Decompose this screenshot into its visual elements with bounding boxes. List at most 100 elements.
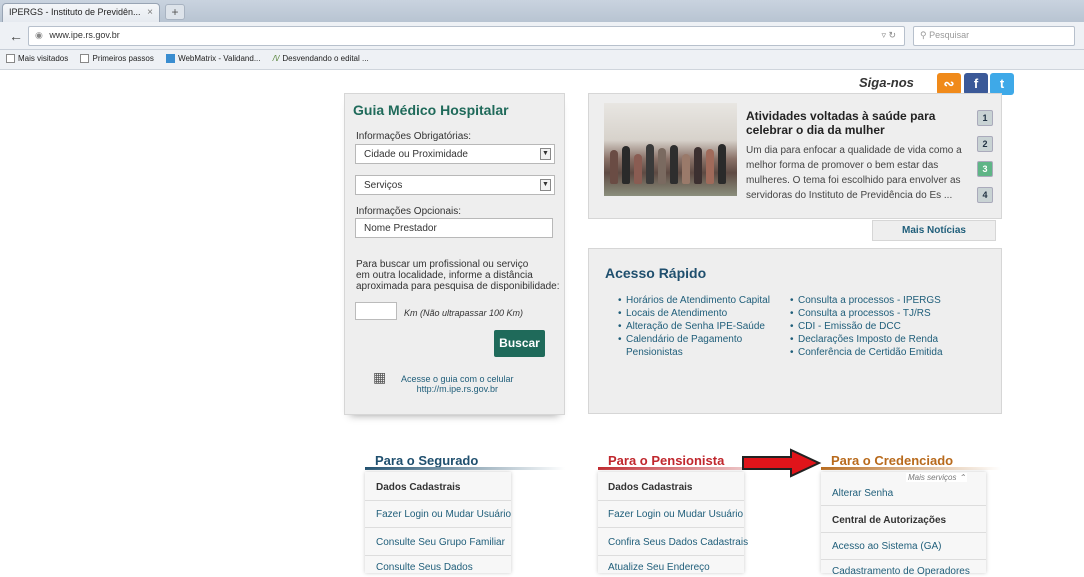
news-photo[interactable] (604, 103, 737, 196)
quick-link[interactable]: Conferência de Certidão Emitida (790, 346, 990, 359)
url-text: www.ipe.rs.gov.br (49, 30, 120, 40)
photo-person (610, 150, 618, 184)
quick-link[interactable]: Horários de Atendimento Capital (618, 294, 783, 307)
news-summary: Um dia para enfocar a qualidade de vida … (746, 145, 962, 201)
separator (821, 532, 986, 533)
search-icon: ⚲ (920, 30, 927, 40)
close-tab-icon[interactable]: × (147, 7, 153, 18)
accredited-link[interactable]: Central de Autorizações (832, 515, 946, 526)
search-input[interactable]: ⚲ Pesquisar (913, 26, 1075, 46)
bookmark-item[interactable]: Mais visitados (6, 54, 68, 64)
new-tab-button[interactable]: + (165, 4, 185, 20)
quick-link[interactable]: CDI - Emissão de DCC (790, 320, 990, 333)
medical-guide-panel: Guia Médico Hospitalar Informações Obrig… (344, 93, 565, 415)
bookmark-item[interactable]: WebMatrix - Validand... (166, 54, 260, 64)
photo-person (718, 144, 726, 184)
separator (821, 505, 986, 506)
quick-link[interactable]: Consulta a processos - TJ/RS (790, 307, 990, 320)
more-services-link[interactable]: Mais serviços ⌃ (906, 473, 968, 482)
separator (365, 500, 511, 501)
twitter-icon[interactable]: t (990, 73, 1014, 95)
photo-person (670, 145, 678, 184)
separator (365, 527, 511, 528)
red-arrow-annotation (742, 448, 822, 478)
pensioner-link[interactable]: Atualize Seu Endereço (608, 562, 710, 573)
city-select[interactable]: Cidade ou Proximidade ▼ (355, 144, 555, 164)
quick-access-title: Acesso Rápido (605, 265, 707, 281)
pensioner-link[interactable]: Dados Cadastrais (608, 482, 692, 493)
quick-access-list-right: Consulta a processos - IPERGS Consulta a… (790, 294, 990, 359)
photo-person (706, 149, 714, 184)
accredited-link[interactable]: Cadastramento de Operadores (832, 566, 970, 577)
accredited-link[interactable]: Alterar Senha (832, 488, 893, 499)
distance-help-text: Para buscar um profissional ou serviço e… (356, 259, 560, 292)
provider-name-input[interactable]: Nome Prestador (355, 218, 553, 238)
quick-link[interactable]: Calendário de Pagamento Pensionistas (618, 333, 748, 359)
chevron-up-icon: ⌃ (958, 473, 966, 482)
quick-link[interactable]: Alteração de Senha IPE-Saúde (618, 320, 783, 333)
medical-guide-title: Guia Médico Hospitalar (353, 102, 509, 118)
news-page-1[interactable]: 1 (977, 110, 993, 126)
back-arrow-icon[interactable]: ← (6, 26, 26, 46)
news-headline[interactable]: Atividades voltadas à saúde para celebra… (746, 109, 961, 137)
pensioner-section-title: Para o Pensionista (608, 453, 725, 468)
distance-km-input[interactable] (355, 302, 397, 320)
insured-section-title: Para o Segurado (375, 453, 479, 468)
globe-icon: ◉ (35, 30, 43, 40)
chevron-down-icon: ▼ (540, 148, 551, 160)
news-page-3[interactable]: 3 (977, 161, 993, 177)
pensioner-link[interactable]: Fazer Login ou Mudar Usuário (608, 509, 743, 520)
bookmarks-bar: Mais visitados Primeiros passos WebMatri… (0, 50, 1084, 70)
separator (821, 559, 986, 560)
separator (598, 555, 744, 556)
separator (598, 527, 744, 528)
mobile-guide-link[interactable]: Acesse o guia com o celular http://m.ipe… (401, 374, 514, 394)
photo-person (622, 146, 630, 184)
photo-person (634, 154, 642, 184)
accredited-link[interactable]: Acesso ao Sistema (GA) (832, 541, 941, 552)
insured-link[interactable]: Consulte Seu Grupo Familiar (376, 537, 505, 548)
browser-tab[interactable]: IPERGS - Instituto de Previdên... × (2, 3, 160, 22)
mobile-phone-icon: ▦ (373, 369, 387, 385)
km-label: Km (Não ultrapassar 100 Km) (404, 308, 524, 318)
pensioner-link[interactable]: Confira Seus Dados Cadastrais (608, 537, 748, 548)
photo-person (694, 147, 702, 184)
optional-info-label: Informações Opcionais: (356, 206, 462, 217)
quick-link[interactable]: Declarações Imposto de Renda (790, 333, 990, 346)
rss-icon[interactable]: ∾ (937, 73, 961, 95)
url-bar[interactable]: ◉ www.ipe.rs.gov.br ▿ ↻ (28, 26, 905, 46)
insured-link[interactable]: Consulte Seus Dados (376, 562, 473, 573)
separator (365, 555, 511, 556)
photo-person (658, 148, 666, 184)
bookmark-icon: /\/ (272, 54, 280, 63)
bookmark-item[interactable]: /\/Desvendando o edital ... (273, 54, 369, 63)
services-select[interactable]: Serviços ▼ (355, 175, 555, 195)
accredited-section-title: Para o Credenciado (831, 453, 954, 468)
required-info-label: Informações Obrigatórias: (356, 131, 472, 142)
facebook-icon[interactable]: f (964, 73, 988, 95)
chevron-down-icon: ▼ (540, 179, 551, 191)
separator (598, 500, 744, 501)
quick-link[interactable]: Consulta a processos - IPERGS (790, 294, 990, 307)
reload-icon[interactable]: ▿ ↻ (881, 30, 896, 41)
navigation-bar: ← ◉ www.ipe.rs.gov.br ▿ ↻ ⚲ Pesquisar (0, 22, 1084, 50)
photo-person (646, 144, 654, 184)
photo-person (682, 154, 690, 184)
tab-strip: IPERGS - Instituto de Previdên... × + (0, 0, 1084, 22)
bookmark-icon (80, 54, 90, 64)
quick-link[interactable]: Locais de Atendimento (618, 307, 783, 320)
accredited-divider (821, 467, 1001, 470)
insured-divider (365, 467, 565, 470)
insured-link[interactable]: Dados Cadastrais (376, 482, 460, 493)
news-page-4[interactable]: 4 (977, 187, 993, 203)
bookmark-icon (6, 54, 15, 64)
bookmark-item[interactable]: Primeiros passos (80, 54, 154, 64)
quick-access-list-left: Horários de Atendimento Capital Locais d… (618, 294, 783, 359)
follow-us-label: Siga-nos (859, 75, 914, 90)
more-news-link[interactable]: Mais Notícias (872, 220, 996, 241)
tab-title: IPERGS - Instituto de Previdên... (9, 7, 141, 17)
bookmark-icon (166, 54, 176, 64)
news-page-2[interactable]: 2 (977, 136, 993, 152)
search-button[interactable]: Buscar (494, 330, 545, 357)
insured-link[interactable]: Fazer Login ou Mudar Usuário (376, 509, 511, 520)
